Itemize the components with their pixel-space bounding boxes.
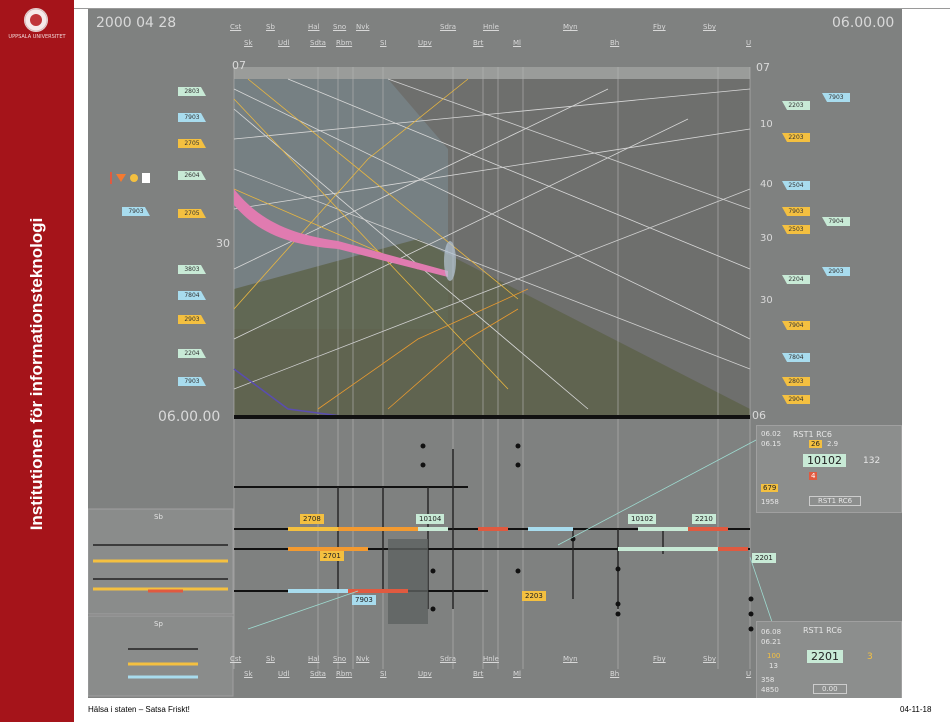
panel-main-train: 2201 bbox=[807, 650, 843, 663]
nav-bottom-rbm[interactable]: Rbm bbox=[336, 670, 352, 678]
panel-side: 3 bbox=[867, 652, 873, 662]
nav-bottom-hnle[interactable]: Hnle bbox=[483, 655, 499, 663]
nav-station-hal[interactable]: Hal bbox=[308, 23, 320, 31]
scale-bottom-right: 06 bbox=[752, 409, 766, 422]
nav-bottom-sk[interactable]: Sk bbox=[244, 670, 253, 678]
panel-button[interactable]: RST1 RC6 bbox=[809, 496, 862, 506]
panel-time-a: 06.08 bbox=[761, 628, 782, 636]
nav-station-upv[interactable]: Upv bbox=[418, 39, 432, 47]
nav-station-fby[interactable]: Fby bbox=[653, 23, 666, 31]
panel-val-a: 358 bbox=[761, 676, 775, 684]
nav-station-sdta[interactable]: Sdta bbox=[310, 39, 326, 47]
nav-station-myn[interactable]: Myn bbox=[563, 23, 578, 31]
scale-top-left: 07 bbox=[232, 59, 246, 72]
alarm-icons[interactable] bbox=[110, 171, 158, 185]
panel-num-a: 100 bbox=[767, 652, 781, 660]
train-label[interactable]: 2210 bbox=[692, 514, 716, 524]
mini-map-label: Sb bbox=[154, 513, 163, 521]
nav-bottom-ml[interactable]: Ml bbox=[513, 670, 521, 678]
scale-right-40: 40 bbox=[760, 179, 773, 190]
time-cursor: 06.00.00 bbox=[158, 409, 221, 425]
nav-bottom-sno[interactable]: Sno bbox=[333, 655, 346, 663]
panel-val-b: 1958 bbox=[761, 498, 779, 506]
panel-num-b: 13 bbox=[769, 662, 778, 670]
date-display: 2000 04 28 bbox=[96, 15, 177, 31]
panel-small: 4 bbox=[809, 472, 818, 480]
scale-mid-right-2: 30 bbox=[760, 295, 773, 306]
train-label[interactable]: 2201 bbox=[752, 553, 776, 563]
panel-title: RST1 RC6 bbox=[803, 626, 842, 635]
footer-date: 04-11-18 bbox=[900, 705, 932, 714]
nav-bottom-si[interactable]: SI bbox=[380, 670, 387, 678]
nav-station-bh[interactable]: Bh bbox=[610, 39, 619, 47]
panel-title: RST1 RC6 bbox=[793, 430, 832, 439]
nav-station-si[interactable]: SI bbox=[380, 39, 387, 47]
clock-display: 06.00.00 bbox=[832, 15, 895, 31]
nav-bottom-hal[interactable]: Hal bbox=[308, 655, 320, 663]
nav-bottom-sby[interactable]: Sby bbox=[703, 655, 716, 663]
panel-num-a: 26 bbox=[809, 440, 822, 448]
scale-top-right: 07 bbox=[756, 61, 770, 74]
footer-text: Hälsa i staten – Satsa Friskt! bbox=[88, 705, 190, 714]
train-detail-panel-bottom[interactable]: RST1 RC6 06.08 06.21 100 13 2201 3 358 4… bbox=[756, 621, 902, 698]
nav-station-hnle[interactable]: Hnle bbox=[483, 23, 499, 31]
nav-station-sby[interactable]: Sby bbox=[703, 23, 716, 31]
sidebar: UPPSALA UNIVERSITET Institutionen för in… bbox=[0, 0, 74, 722]
scale-mid-left: 30 bbox=[216, 237, 230, 250]
nav-station-rbm[interactable]: Rbm bbox=[336, 39, 352, 47]
nav-station-sb[interactable]: Sb bbox=[266, 23, 275, 31]
nav-bottom-udl[interactable]: Udl bbox=[278, 670, 290, 678]
panel-time-b: 06.21 bbox=[761, 638, 782, 646]
nav-station-udl[interactable]: Udl bbox=[278, 39, 290, 47]
nav-bottom-cst[interactable]: Cst bbox=[230, 655, 241, 663]
train-label[interactable]: 2701 bbox=[320, 551, 344, 561]
nav-station-cst[interactable]: Cst bbox=[230, 23, 241, 31]
nav-bottom-brt[interactable]: Brt bbox=[473, 670, 483, 678]
department-title: Institutionen för informationsteknologi bbox=[27, 217, 46, 531]
nav-bottom-myn[interactable]: Myn bbox=[563, 655, 578, 663]
nav-bottom-fby[interactable]: Fby bbox=[653, 655, 666, 663]
scale-mid-right-1: 30 bbox=[760, 233, 773, 244]
panel-val-b: 4850 bbox=[761, 686, 779, 694]
train-label[interactable]: 2708 bbox=[300, 514, 324, 524]
nav-station-nvk[interactable]: Nvk bbox=[356, 23, 369, 31]
panel-num-b: 2.9 bbox=[827, 440, 839, 448]
nav-bottom-upv[interactable]: Upv bbox=[418, 670, 432, 678]
train-detail-panel-top[interactable]: RST1 RC6 06.02 06.15 26 2.9 10102 132 4 … bbox=[756, 425, 902, 513]
nav-bottom-u[interactable]: U bbox=[746, 670, 751, 678]
scale-right-10: 10 bbox=[760, 119, 773, 130]
panel-time-a: 06.02 bbox=[761, 430, 782, 438]
nav-bottom-sdta[interactable]: Sdta bbox=[310, 670, 326, 678]
train-label[interactable]: 2203 bbox=[522, 591, 546, 601]
university-logo bbox=[24, 8, 48, 32]
mini-map-label: Sp bbox=[154, 620, 163, 628]
panel-button[interactable]: 0.00 bbox=[813, 684, 847, 694]
nav-bottom-sb[interactable]: Sb bbox=[266, 655, 275, 663]
nav-station-sk[interactable]: Sk bbox=[244, 39, 253, 47]
nav-bottom-nvk[interactable]: Nvk bbox=[356, 655, 369, 663]
train-label[interactable]: 10104 bbox=[416, 514, 445, 524]
panel-side: 132 bbox=[863, 456, 881, 466]
nav-bottom-bh[interactable]: Bh bbox=[610, 670, 619, 678]
logo-caption: UPPSALA UNIVERSITET bbox=[8, 34, 66, 40]
panel-time-b: 06.15 bbox=[761, 440, 782, 448]
panel-val-a: 679 bbox=[761, 484, 779, 492]
nav-station-ml[interactable]: Ml bbox=[513, 39, 521, 47]
nav-station-sdra[interactable]: Sdra bbox=[440, 23, 456, 31]
nav-bottom-sdra[interactable]: Sdra bbox=[440, 655, 456, 663]
nav-station-brt[interactable]: Brt bbox=[473, 39, 483, 47]
nav-station-sno[interactable]: Sno bbox=[333, 23, 346, 31]
train-label[interactable]: 7903 bbox=[352, 595, 376, 605]
panel-main-train: 10102 bbox=[803, 454, 846, 467]
traffic-control-screen: 2000 04 28 06.00.00 Cst Sb Hal Sno Nvk S… bbox=[88, 9, 902, 698]
graph-canvas bbox=[88, 67, 789, 697]
train-label[interactable]: 10102 bbox=[628, 514, 657, 524]
nav-station-u[interactable]: U bbox=[746, 39, 751, 47]
